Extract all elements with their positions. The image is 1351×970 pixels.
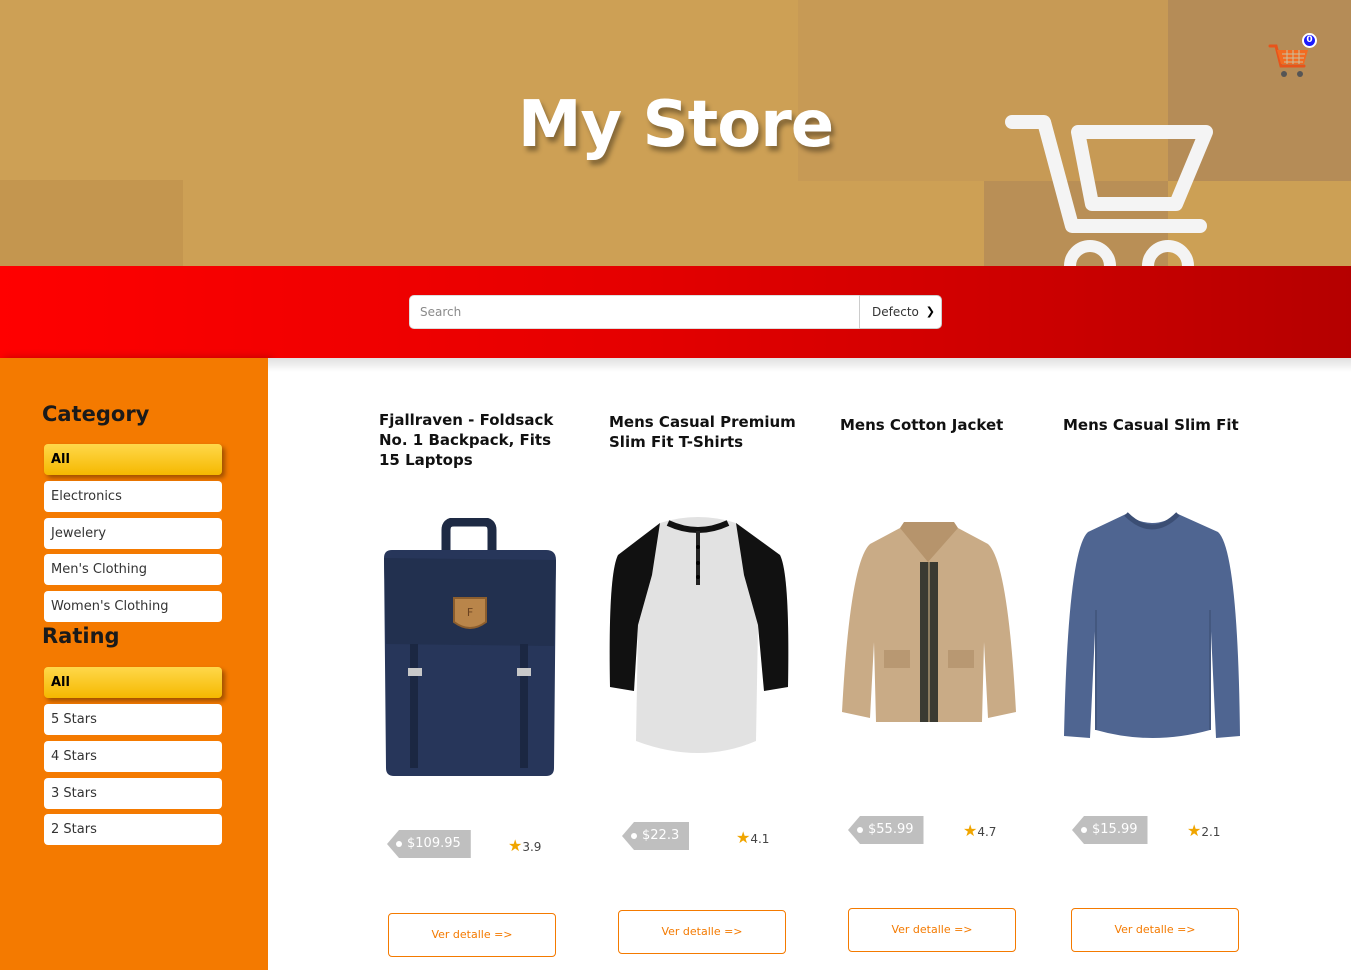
price-tag: $55.99 — [848, 816, 924, 844]
star-icon: ★ — [736, 828, 751, 847]
category-filter-jewelery[interactable]: Jewelery — [44, 518, 222, 549]
product-rating-value: 2.1 — [1201, 825, 1221, 839]
product-rating: ★3.9 — [508, 836, 541, 855]
sort-select[interactable]: Defecto ❯ — [859, 295, 942, 329]
decorative-cart-icon — [1005, 115, 1213, 266]
chevron-down-icon: ❯ — [925, 305, 935, 318]
category-filter-womens-clothing[interactable]: Women's Clothing — [44, 591, 222, 622]
filter-sidebar: Category All Electronics Jewelery Men's … — [0, 358, 268, 970]
product-rating-value: 4.7 — [977, 825, 997, 839]
price-tag: $22.3 — [622, 822, 690, 850]
product-title: Fjallraven - Foldsack No. 1 Backpack, Fi… — [379, 411, 554, 469]
search-bar: Defecto ❯ — [0, 266, 1351, 358]
product-image-backpack: F — [384, 518, 556, 776]
product-image-longsleeve-shirt — [1064, 512, 1240, 738]
sort-select-value: Defecto — [872, 305, 919, 319]
product-rating: ★2.1 — [1187, 821, 1220, 840]
product-rating: ★4.7 — [963, 821, 996, 840]
grid-top-shadow — [268, 358, 1351, 372]
product-rating-value: 3.9 — [522, 840, 542, 854]
product-title: Mens Casual Slim Fit — [1063, 416, 1239, 434]
star-icon: ★ — [508, 836, 523, 855]
rating-filter-3-stars[interactable]: 3 Stars — [44, 778, 222, 809]
cart-count-badge: 0 — [1302, 33, 1317, 48]
price-tag: $109.95 — [387, 830, 471, 858]
rating-filter-5-stars[interactable]: 5 Stars — [44, 704, 222, 735]
product-title: Mens Casual Premium Slim Fit T-Shirts — [609, 413, 796, 451]
star-icon: ★ — [1187, 821, 1202, 840]
star-icon: ★ — [963, 821, 978, 840]
product-image-jacket — [842, 522, 1016, 722]
header-tile — [0, 180, 183, 266]
category-filter-all[interactable]: All — [44, 444, 222, 475]
svg-text:F: F — [467, 606, 473, 619]
category-filter-electronics[interactable]: Electronics — [44, 481, 222, 512]
view-detail-button[interactable]: Ver detalle => — [1071, 908, 1239, 952]
product-rating: ★4.1 — [736, 828, 769, 847]
product-title: Mens Cotton Jacket — [840, 416, 1004, 434]
product-image-raglan-shirt — [609, 517, 789, 753]
price-tag: $15.99 — [1072, 816, 1148, 844]
rating-filter-2-stars[interactable]: 2 Stars — [44, 814, 222, 845]
view-detail-button[interactable]: Ver detalle => — [388, 913, 556, 957]
rating-filter-4-stars[interactable]: 4 Stars — [44, 741, 222, 772]
search-input[interactable] — [409, 295, 860, 329]
rating-filter-all[interactable]: All — [44, 667, 222, 698]
rating-heading: Rating — [42, 624, 120, 648]
category-filter-mens-clothing[interactable]: Men's Clothing — [44, 554, 222, 585]
view-detail-button[interactable]: Ver detalle => — [618, 910, 786, 954]
view-detail-button[interactable]: Ver detalle => — [848, 908, 1016, 952]
product-rating-value: 4.1 — [750, 832, 770, 846]
store-header: My Store 0 — [0, 0, 1351, 266]
category-heading: Category — [42, 402, 150, 426]
